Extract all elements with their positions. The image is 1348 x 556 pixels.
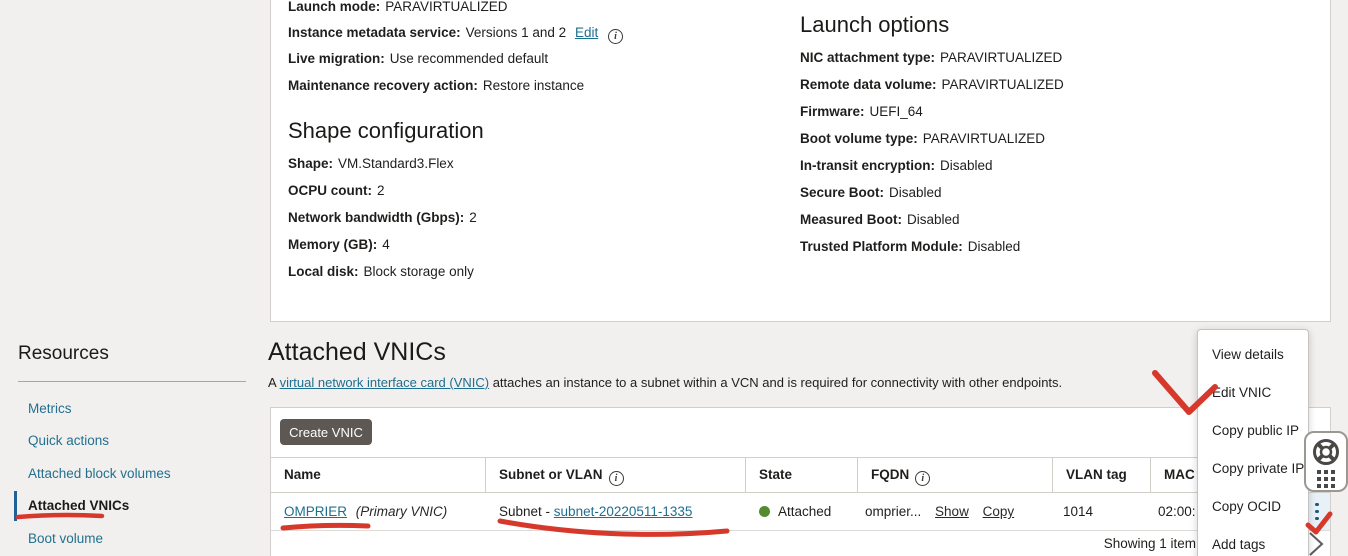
resources-title: Resources <box>18 343 109 365</box>
primary-vnic-note: (Primary VNIC) <box>356 504 448 519</box>
launch-options-title: Launch options <box>800 12 949 38</box>
create-vnic-button[interactable]: Create VNIC <box>280 419 372 445</box>
row-context-menu: View details Edit VNIC Copy public IP Co… <box>1197 329 1309 556</box>
col-divider <box>1052 457 1053 492</box>
state-label: Attached <box>778 504 831 519</box>
vnic-name-link[interactable]: OMPRIER <box>284 504 347 519</box>
field-in-transit-encryption: In-transit encryption:Disabled <box>800 158 993 173</box>
sidebar-item-metrics[interactable]: Metrics <box>28 401 72 416</box>
field-launch-mode: Launch mode:PARAVIRTUALIZED <box>288 0 508 14</box>
col-divider <box>485 457 486 492</box>
menu-item-add-tags[interactable]: Add tags <box>1198 525 1308 556</box>
info-icon[interactable]: i <box>915 471 930 486</box>
menu-item-copy-private-ip[interactable]: Copy private IP <box>1198 449 1308 487</box>
vnic-row-state-cell: Attached <box>759 504 831 519</box>
vnic-row-fqdn-cell: omprier... Show Copy <box>865 504 1014 519</box>
grid-menu-icon[interactable] <box>1317 470 1335 488</box>
col-header-state[interactable]: State <box>759 467 792 482</box>
sidebar-red-underline <box>18 515 102 517</box>
field-trusted-platform-module: Trusted Platform Module:Disabled <box>800 239 1020 254</box>
row-actions-kebab-icon[interactable] <box>1315 499 1319 524</box>
menu-item-edit-vnic[interactable]: Edit VNIC <box>1198 373 1308 411</box>
resources-divider <box>18 381 246 382</box>
field-shape: Shape:VM.Standard3.Flex <box>288 156 454 171</box>
field-maintenance-recovery: Maintenance recovery action:Restore inst… <box>288 78 584 93</box>
field-instance-metadata-service: Instance metadata service:Versions 1 and… <box>288 25 623 44</box>
chevron-right-icon[interactable] <box>1306 531 1328 556</box>
row-actions-highlight <box>1309 493 1330 530</box>
field-firmware: Firmware:UEFI_64 <box>800 104 923 119</box>
menu-item-copy-ocid[interactable]: Copy OCID <box>1198 487 1308 525</box>
sidebar-active-indicator <box>14 491 17 521</box>
state-attached-dot <box>759 506 770 517</box>
shape-configuration-title: Shape configuration <box>288 118 484 144</box>
table-row-border <box>271 530 1330 531</box>
oci-instance-page: Launch mode:PARAVIRTUALIZED Instance met… <box>0 0 1348 556</box>
vnic-doc-link[interactable]: virtual network interface card (VNIC) <box>280 375 490 390</box>
sidebar-item-attached-block-volumes[interactable]: Attached block volumes <box>28 466 171 481</box>
info-icon[interactable]: i <box>609 471 624 486</box>
table-header-top-border <box>271 457 1330 458</box>
vnic-row-name-cell: OMPRIER (Primary VNIC) <box>284 504 447 519</box>
menu-item-view-details[interactable]: View details <box>1198 335 1308 373</box>
field-network-bandwidth: Network bandwidth (Gbps):2 <box>288 210 477 225</box>
col-divider <box>857 457 858 492</box>
col-header-name[interactable]: Name <box>284 467 321 482</box>
floating-help-widget[interactable] <box>1304 431 1348 492</box>
field-measured-boot: Measured Boot:Disabled <box>800 212 960 227</box>
table-footer-count: Showing 1 item <box>1100 536 1196 551</box>
subnet-link[interactable]: subnet-20220511-1335 <box>554 504 693 519</box>
col-divider <box>1150 457 1151 492</box>
field-local-disk: Local disk:Block storage only <box>288 264 474 279</box>
fqdn-copy-link[interactable]: Copy <box>983 504 1015 519</box>
col-divider <box>745 457 746 492</box>
field-secure-boot: Secure Boot:Disabled <box>800 185 942 200</box>
sidebar-item-quick-actions[interactable]: Quick actions <box>28 433 109 448</box>
fqdn-value: omprier... <box>865 504 921 519</box>
attached-vnics-title: Attached VNICs <box>268 338 446 367</box>
sidebar-item-attached-vnics[interactable]: Attached VNICs <box>28 498 129 513</box>
field-nic-attachment: NIC attachment type:PARAVIRTUALIZED <box>800 50 1062 65</box>
col-header-subnet[interactable]: Subnet or VLANi <box>499 467 624 486</box>
field-ocpu-count: OCPU count:2 <box>288 183 385 198</box>
vnic-row-mac-cell: 02:00: <box>1158 504 1196 519</box>
table-header-bottom-border <box>271 492 1330 493</box>
col-header-vlan-tag[interactable]: VLAN tag <box>1066 467 1127 482</box>
field-boot-volume-type: Boot volume type:PARAVIRTUALIZED <box>800 131 1045 146</box>
field-live-migration: Live migration:Use recommended default <box>288 51 548 66</box>
menu-item-copy-public-ip[interactable]: Copy public IP <box>1198 411 1308 449</box>
info-icon[interactable]: i <box>608 29 623 44</box>
col-header-fqdn[interactable]: FQDNi <box>871 467 930 486</box>
field-remote-data-volume: Remote data volume:PARAVIRTUALIZED <box>800 77 1064 92</box>
vnic-row-subnet-cell: Subnet - subnet-20220511-1335 <box>499 504 692 519</box>
attached-vnics-description: A virtual network interface card (VNIC) … <box>268 375 1062 390</box>
field-memory: Memory (GB):4 <box>288 237 390 252</box>
vnic-row-vlan-cell: 1014 <box>1063 504 1093 519</box>
edit-metadata-link[interactable]: Edit <box>575 25 598 40</box>
fqdn-show-link[interactable]: Show <box>935 504 969 519</box>
sidebar-item-boot-volume[interactable]: Boot volume <box>28 531 103 546</box>
lifebuoy-icon[interactable] <box>1312 438 1340 466</box>
